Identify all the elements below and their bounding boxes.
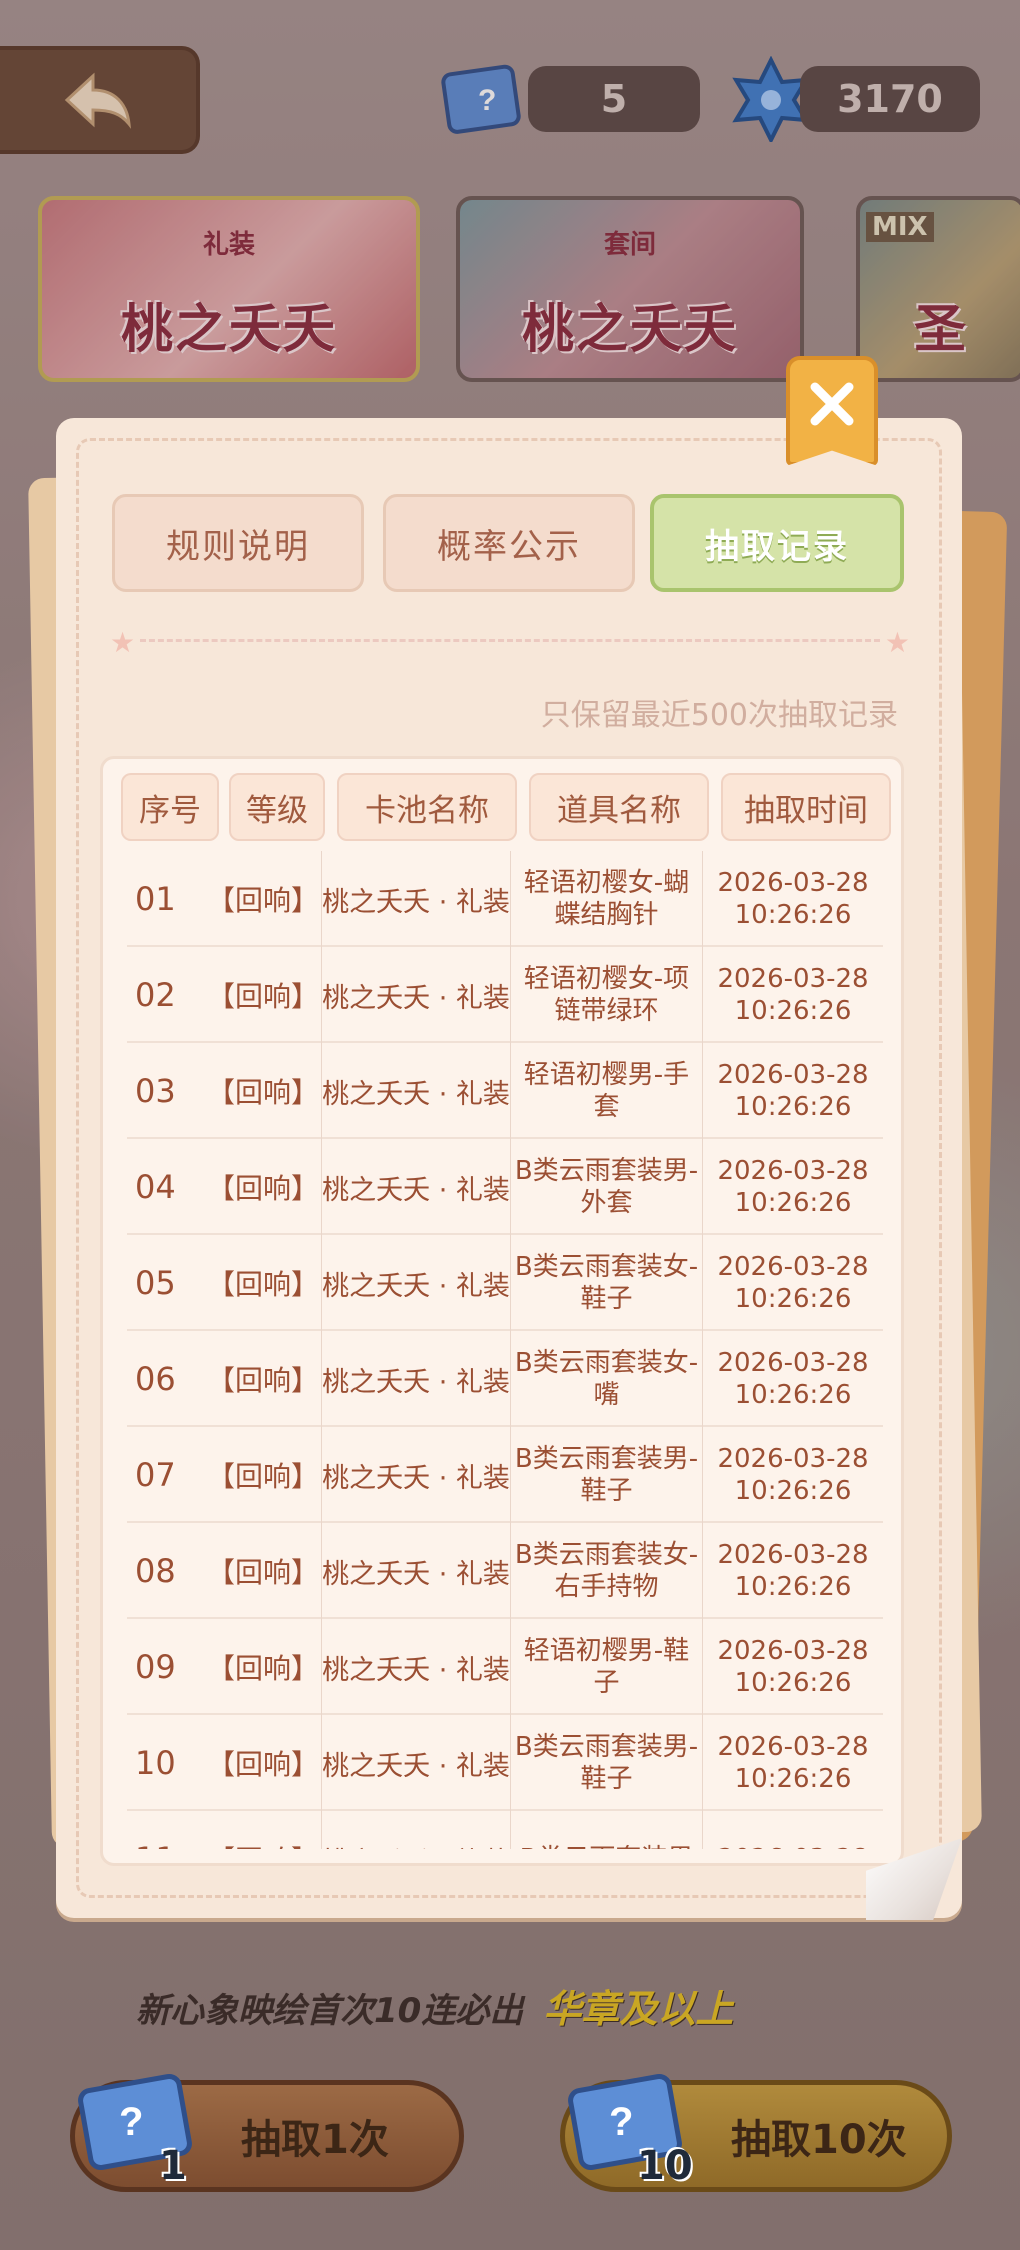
table-row: 03 【回响】 桃之夭夭 · 礼装 轻语初樱男-手套 2026-03-28 10:26:… (127, 1043, 883, 1139)
header-level: 等级 (229, 773, 325, 841)
cell-item: 轻语初樱女-项链带绿环 (511, 947, 703, 1043)
cell-item: B类云雨套装女-右手持物 (511, 1523, 703, 1619)
draw-ten-label: 抽取10次 (731, 2117, 907, 2163)
header-time: 抽取时间 (721, 773, 891, 841)
cell-no: 05 (135, 1264, 176, 1302)
cell-time: 2026-03-28 10:26:26 (717, 1060, 869, 1122)
cell-pool: 桃之夭夭 · 礼装 (321, 1139, 511, 1235)
cell-time: 2026-03-28 10:26:26 (717, 868, 869, 930)
cell-time: 2026-03-28 10:26:26 (717, 1732, 869, 1794)
cell-level: 【回响】 (207, 1460, 320, 1493)
cell-no: 01 (135, 880, 176, 918)
draw-once-count: 1 (159, 2143, 187, 2189)
draw-ten-button[interactable]: ? 10 抽取10次 (560, 2073, 952, 2192)
cell-no: 04 (135, 1168, 176, 1206)
cell-level: 【回响】 (207, 1268, 320, 1301)
cell-no: 07 (135, 1456, 176, 1494)
cell-time: 2026-03-28 10:26:26 (717, 1444, 869, 1506)
cell-level: 【回响】 (207, 1652, 320, 1685)
cell-pool: 桃之夭夭 · 礼装 (321, 1427, 511, 1523)
cell-level: 【回响】 (207, 1076, 320, 1109)
cell-no: 09 (135, 1648, 176, 1686)
cell-item: 轻语初樱女-蝴蝶结胸针 (511, 851, 703, 947)
table-row: 07 【回响】 桃之夭夭 · 礼装 B类云雨套装男-鞋子 2026-03-28 10:2… (127, 1427, 883, 1523)
cell-pool: 桃之夭夭 · 礼装 (321, 947, 511, 1043)
cell-time: 2026-03-28 10:26:26 (717, 1156, 869, 1218)
cell-pool: 桃之夭夭 · 礼装 (321, 851, 511, 947)
cell-time: 2026-03-28 10:26:26 (717, 1252, 869, 1314)
table-row: 04 【回响】 桃之夭夭 · 礼装 B类云雨套装男-外套 2026-03-28 10:2… (127, 1139, 883, 1235)
cell-pool: 桃之夭夭 · 礼装 (321, 1811, 511, 1849)
cell-no: 02 (135, 976, 176, 1014)
draw-ten-count: 10 (637, 2143, 693, 2189)
cell-no: 11 (135, 1811, 215, 1849)
draw-once-label: 抽取1次 (241, 2117, 389, 2163)
cell-item: B类云雨套装女-鞋子 (511, 1235, 703, 1331)
cell-level: 【回响】 (207, 1172, 320, 1205)
cell-pool: 桃之夭夭 · 礼装 (321, 1715, 511, 1811)
guarantee-highlight: 华章及以上 (543, 1987, 734, 2031)
cell-no: 06 (135, 1360, 176, 1398)
header-no: 序号 (121, 773, 219, 841)
cell-pool: 桃之夭夭 · 礼装 (321, 1619, 511, 1715)
cell-item: B类云雨套装男-鞋子 (511, 1715, 703, 1811)
table-row: 01 【回响】 桃之夭夭 · 礼装 轻语初樱女-蝴蝶结胸针 2026-03-28 10:… (127, 851, 883, 947)
cell-item: 轻语初樱男-手套 (511, 1043, 703, 1139)
cell-level: 【回响】 (207, 980, 320, 1013)
cell-time: 2026-03-28 (703, 1811, 883, 1849)
cell-item: B类云雨套装女-嘴 (511, 1331, 703, 1427)
table-row: 06 【回响】 桃之夭夭 · 礼装 B类云雨套装女-嘴 2026-03-28 10:26… (127, 1331, 883, 1427)
cell-level: 【回响】 (207, 1811, 319, 1849)
cell-time: 2026-03-28 10:26:26 (717, 1348, 869, 1410)
close-button[interactable] (786, 356, 878, 466)
svg-text:?: ? (609, 2100, 633, 2144)
tab-draw-record[interactable]: 抽取记录 (650, 494, 904, 592)
cell-level: 【回响】 (207, 1556, 320, 1589)
record-limit-note: 只保留最近500次抽取记录 (540, 698, 898, 733)
divider: ★ ★ (110, 626, 910, 659)
ticket-icon: ? (78, 2073, 192, 2171)
svg-text:?: ? (119, 2100, 143, 2144)
cell-pool: 桃之夭夭 · 礼装 (321, 1235, 511, 1331)
table-row: 11【回响】桃之夭夭 · 礼装B类云雨套装男2026-03-28 (127, 1811, 883, 1849)
cell-level: 【回响】 (207, 1748, 320, 1781)
cell-no: 03 (135, 1072, 176, 1110)
cell-item: B类云雨套装男 (511, 1811, 703, 1849)
cell-time: 2026-03-28 10:26:26 (717, 1540, 869, 1602)
table-row: 09 【回响】 桃之夭夭 · 礼装 轻语初樱男-鞋子 2026-03-28 10:26:… (127, 1619, 883, 1715)
cell-time: 2026-03-28 10:26:26 (717, 1636, 869, 1698)
cell-pool: 桃之夭夭 · 礼装 (321, 1523, 511, 1619)
record-table: 序号 等级 卡池名称 道具名称 抽取时间 01 【回响】 桃之夭夭 · 礼装 轻语初樱… (100, 756, 904, 1866)
cell-no: 10 (135, 1744, 176, 1782)
cell-no: 08 (135, 1552, 176, 1590)
draw-once-button[interactable]: ? 1 抽取1次 (70, 2073, 464, 2192)
table-row: 10 【回响】 桃之夭夭 · 礼装 B类云雨套装男-鞋子 2026-03-28 10:2… (127, 1715, 883, 1811)
cell-pool: 桃之夭夭 · 礼装 (321, 1331, 511, 1427)
guarantee-text: 新心象映绘首次10连必出 华章及以上 (136, 1978, 733, 2033)
cell-item: B类云雨套装男-外套 (511, 1139, 703, 1235)
header-pool: 卡池名称 (337, 773, 517, 841)
close-icon (810, 382, 854, 426)
star-icon: ★ (884, 626, 910, 659)
star-icon: ★ (110, 626, 136, 659)
cell-item: B类云雨套装男-鞋子 (511, 1427, 703, 1523)
guarantee-label: 新心象映绘首次10连必出 (136, 1991, 524, 2031)
cell-level: 【回响】 (207, 1364, 320, 1397)
cell-level: 【回响】 (207, 884, 320, 917)
tab-rules[interactable]: 规则说明 (112, 494, 364, 592)
table-row: 05 【回响】 桃之夭夭 · 礼装 B类云雨套装女-鞋子 2026-03-28 10:2… (127, 1235, 883, 1331)
cell-pool: 桃之夭夭 · 礼装 (321, 1043, 511, 1139)
table-body[interactable]: 01 【回响】 桃之夭夭 · 礼装 轻语初樱女-蝴蝶结胸针 2026-03-28 10:… (103, 851, 901, 1849)
header-item: 道具名称 (529, 773, 709, 841)
table-row: 08 【回响】 桃之夭夭 · 礼装 B类云雨套装女-右手持物 2026-03-28 10… (127, 1523, 883, 1619)
tab-probability[interactable]: 概率公示 (383, 494, 635, 592)
table-row: 02 【回响】 桃之夭夭 · 礼装 轻语初樱女-项链带绿环 2026-03-28 10:… (127, 947, 883, 1043)
cell-time: 2026-03-28 10:26:26 (717, 964, 869, 1026)
cell-item: 轻语初樱男-鞋子 (511, 1619, 703, 1715)
